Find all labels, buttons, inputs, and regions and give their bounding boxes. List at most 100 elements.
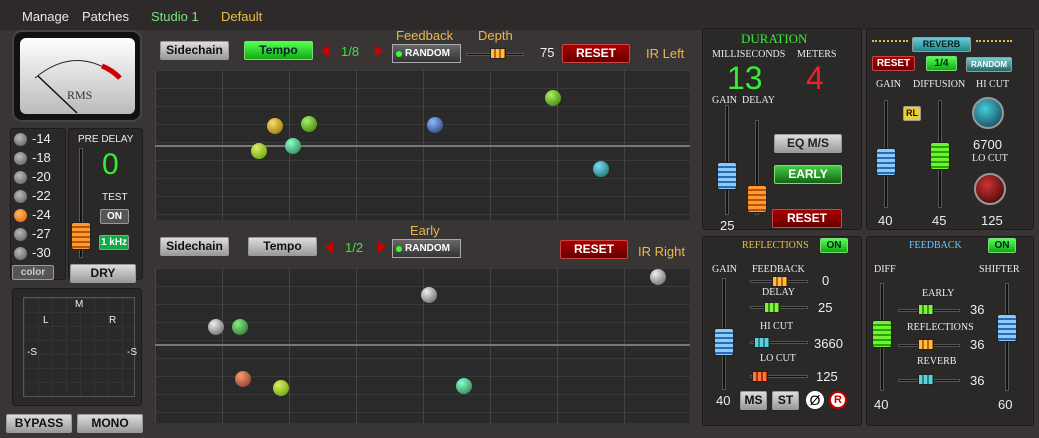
tap-node[interactable]	[593, 157, 609, 181]
radio-label: -24	[32, 207, 51, 222]
radio-20[interactable]	[14, 171, 27, 184]
refl-gain-knob[interactable]	[714, 328, 734, 356]
reverb-title-button[interactable]: REVERB	[912, 37, 971, 52]
fb-early-value: 36	[970, 302, 985, 317]
tap-node[interactable]	[285, 134, 301, 158]
refl-hicut-label: HI CUT	[760, 321, 794, 332]
reverb-gain-label: GAIN	[876, 79, 901, 90]
tap-node[interactable]	[232, 315, 248, 339]
1khz-button[interactable]: 1 kHz	[99, 235, 129, 250]
reverb-diffusion-knob[interactable]	[930, 142, 950, 170]
ms-button[interactable]: MS	[740, 391, 767, 410]
reverb-dots-right	[976, 40, 1012, 42]
dry-button[interactable]: DRY	[70, 264, 136, 283]
vu-meter: RMS	[12, 30, 142, 122]
refl-locut-knob[interactable]	[752, 371, 768, 382]
bypass-button[interactable]: BYPASS	[6, 414, 72, 433]
radio-24[interactable]	[14, 209, 27, 222]
ir-left-label: IR Left	[646, 46, 685, 61]
rl-button[interactable]: RL	[903, 106, 921, 121]
ir-right-grid[interactable]	[155, 268, 690, 423]
mono-button[interactable]: MONO	[77, 414, 143, 433]
depth-slider-knob[interactable]	[490, 48, 506, 59]
reverb-hicut-label: HI CUT	[976, 79, 1010, 90]
reverb-gain-knob[interactable]	[876, 148, 896, 176]
eq-ms-button[interactable]: EQ M/S	[774, 134, 842, 153]
sidechain-button-bottom[interactable]: Sidechain	[160, 237, 229, 256]
tap-node[interactable]	[421, 283, 437, 307]
menu-patches[interactable]: Patches	[82, 9, 129, 24]
color-button[interactable]: color	[12, 265, 54, 280]
refl-hicut-knob[interactable]	[754, 337, 770, 348]
duration-gain-knob[interactable]	[717, 162, 737, 190]
fb-reflections-knob[interactable]	[918, 339, 934, 350]
refl-locut-label: LO CUT	[760, 353, 796, 364]
division-next-icon[interactable]	[375, 45, 383, 57]
tap-node[interactable]	[208, 315, 224, 339]
tap-node[interactable]	[301, 112, 317, 136]
division-next-icon[interactable]	[378, 241, 386, 253]
scope-s-left: -S	[27, 347, 37, 358]
ir-left-grid[interactable]	[155, 70, 690, 220]
predelay-value: 0	[102, 148, 119, 181]
early-button[interactable]: EARLY	[774, 165, 842, 184]
phase-invert-icon[interactable]: Ø	[806, 391, 824, 409]
tap-node[interactable]	[235, 367, 251, 391]
st-button[interactable]: ST	[772, 391, 799, 410]
refl-feedback-knob[interactable]	[772, 276, 788, 287]
radio-18[interactable]	[14, 152, 27, 165]
tempo-button-top[interactable]: Tempo	[244, 41, 313, 60]
fb-reflections-label: REFLECTIONS	[907, 322, 974, 333]
tap-node[interactable]	[267, 114, 283, 138]
radio-label: -27	[32, 226, 51, 241]
random-button-top[interactable]: RANDOM	[392, 44, 461, 63]
radio-label: -14	[32, 131, 51, 146]
tap-node[interactable]	[545, 86, 561, 110]
reset-button-bottom[interactable]: RESET	[560, 240, 628, 259]
refl-delay-knob[interactable]	[764, 302, 780, 313]
fb-early-knob[interactable]	[918, 304, 934, 315]
fb-reflections-value: 36	[970, 337, 985, 352]
fb-shifter-knob[interactable]	[997, 314, 1017, 342]
reflections-on-button[interactable]: ON	[820, 238, 848, 253]
duration-reset-button[interactable]: RESET	[772, 209, 842, 228]
locut-knob-icon[interactable]	[974, 173, 1006, 205]
division-prev-icon[interactable]	[325, 241, 333, 253]
delay-label: DELAY	[742, 95, 775, 106]
menu-default[interactable]: Default	[221, 9, 262, 24]
test-on-button[interactable]: ON	[100, 209, 129, 224]
radio-14[interactable]	[14, 133, 27, 146]
division-prev-icon[interactable]	[321, 45, 329, 57]
reverb-locut-label: LO CUT	[972, 153, 1008, 164]
random-button-bottom[interactable]: RANDOM	[392, 239, 461, 258]
tap-node[interactable]	[273, 376, 289, 400]
radio-27[interactable]	[14, 228, 27, 241]
sidechain-button-top[interactable]: Sidechain	[160, 41, 229, 60]
tap-node[interactable]	[251, 139, 267, 163]
reset-button-top[interactable]: RESET	[562, 44, 630, 63]
refl-locut-value: 125	[816, 369, 838, 384]
fb-reverb-label: REVERB	[917, 356, 957, 367]
predelay-fader-knob[interactable]	[71, 222, 91, 250]
feedback-on-button[interactable]: ON	[988, 238, 1016, 253]
fb-reverb-knob[interactable]	[918, 374, 934, 385]
feedback-title: FEEDBACK	[909, 240, 962, 251]
menu-studio[interactable]: Studio 1	[151, 9, 199, 24]
fb-diff-knob[interactable]	[872, 320, 892, 348]
refl-delay-label: DELAY	[762, 287, 795, 298]
reverse-icon[interactable]: R	[829, 391, 847, 409]
early-label: Early	[410, 223, 440, 238]
hicut-knob-icon[interactable]	[972, 97, 1004, 129]
tap-node[interactable]	[456, 374, 472, 398]
radio-30[interactable]	[14, 247, 27, 260]
reverb-random-button[interactable]: RANDOM	[966, 57, 1012, 72]
tap-node[interactable]	[650, 268, 666, 289]
tempo-button-bottom[interactable]: Tempo	[248, 237, 317, 256]
reverb-reset-button[interactable]: RESET	[872, 56, 915, 71]
radio-22[interactable]	[14, 190, 27, 203]
reverb-division-button[interactable]: 1/4	[926, 56, 957, 71]
menu-manage[interactable]: Manage	[22, 9, 69, 24]
duration-delay-knob[interactable]	[747, 185, 767, 213]
fb-diff-label: DIFF	[874, 264, 896, 275]
tap-node[interactable]	[427, 113, 443, 137]
